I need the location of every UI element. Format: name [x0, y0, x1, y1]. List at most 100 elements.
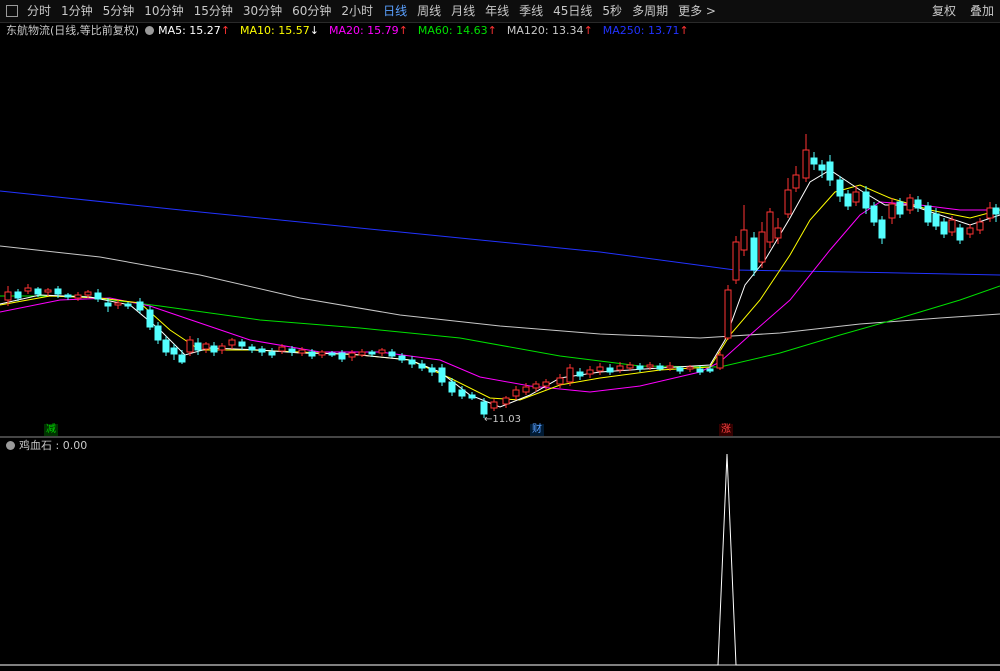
candle-up	[802, 134, 810, 182]
candle-down	[388, 349, 396, 358]
candle-up	[202, 342, 210, 353]
candle-up	[502, 396, 510, 408]
candle-up	[596, 363, 604, 375]
arrow-up-icon: ↑	[487, 24, 497, 37]
candle-down	[64, 293, 72, 300]
tab-period-5[interactable]: 30分钟	[243, 0, 282, 22]
candle-up	[766, 208, 774, 248]
candle-down	[146, 306, 154, 330]
candle-down	[844, 190, 852, 210]
tab-period-8[interactable]: 日线	[383, 0, 407, 22]
candle-down	[458, 386, 466, 399]
sub-settings-dot-icon[interactable]	[6, 441, 15, 450]
candle-down	[810, 152, 818, 170]
candle-up	[724, 285, 732, 340]
candle-up	[378, 348, 386, 356]
candle-down	[750, 232, 758, 276]
candle-down	[992, 204, 1000, 222]
ma-indicator-2: MA20: 15.79↑	[329, 24, 408, 37]
candle-up	[218, 343, 226, 354]
stock-title: 东航物流(日线,等比前复权)	[6, 24, 140, 37]
tab-period-9[interactable]: 周线	[417, 0, 441, 22]
ma-indicator-0: MA5: 15.27↑	[158, 24, 230, 37]
candle-up	[716, 350, 724, 370]
tab-period-3[interactable]: 10分钟	[144, 0, 183, 22]
tab-period-16[interactable]: 更多 >	[678, 0, 716, 22]
ma-value: MA5: 15.27	[158, 24, 221, 37]
candle-up	[966, 224, 974, 238]
candle-up	[784, 178, 792, 218]
tab-period-12[interactable]: 季线	[519, 0, 543, 22]
candle-down	[826, 155, 834, 186]
candle-up	[888, 198, 896, 224]
candle-down	[94, 289, 102, 302]
candle-up	[758, 222, 766, 268]
candle-down	[268, 348, 276, 358]
candle-down	[956, 224, 964, 244]
tab-period-13[interactable]: 45日线	[553, 0, 592, 22]
ma-indicator-3: MA60: 14.63↑	[418, 24, 497, 37]
candle-down	[448, 378, 456, 396]
period-tabs: 分时 1分钟 5分钟 10分钟 15分钟 30分钟 60分钟 2小时 日线 周线 月线 年线 季线 45日…	[27, 0, 726, 22]
settings-dot-icon[interactable]	[145, 26, 155, 35]
tab-period-6[interactable]: 60分钟	[292, 0, 331, 22]
tab-period-1[interactable]: 1分钟	[61, 0, 93, 22]
panel-toggle-icon[interactable]	[6, 5, 18, 17]
candle-down	[258, 346, 266, 356]
event-marker-reduce[interactable]: 减	[44, 424, 58, 436]
tab-period-7[interactable]: 2小时	[341, 0, 373, 22]
tab-period-4[interactable]: 15分钟	[194, 0, 233, 22]
candle-up	[512, 386, 520, 400]
fuquan-button[interactable]: 复权	[932, 0, 956, 22]
tab-period-15[interactable]: 多周期	[632, 0, 668, 22]
candle-down	[576, 368, 584, 380]
tab-period-0[interactable]: 分时	[27, 0, 51, 22]
candle-down	[468, 392, 476, 400]
candle-down	[428, 364, 436, 376]
event-marker-finance[interactable]: 财	[530, 424, 544, 436]
tab-period-11[interactable]: 年线	[485, 0, 509, 22]
candle-down	[940, 218, 948, 238]
ma-value: MA120: 13.34	[506, 24, 584, 37]
tab-period-2[interactable]: 5分钟	[103, 0, 135, 22]
ma20-line	[0, 201, 1000, 393]
jixueshi-indicator-line	[0, 453, 1000, 666]
tab-period-10[interactable]: 月线	[451, 0, 475, 22]
candle-down	[870, 202, 878, 226]
tab-period-14[interactable]: 5秒	[602, 0, 622, 22]
candlesticks	[4, 134, 1000, 418]
candle-down	[636, 363, 644, 372]
candle-up	[318, 350, 326, 358]
candle-up	[24, 284, 32, 294]
candle-up	[976, 218, 984, 234]
candle-down	[162, 336, 170, 356]
candle-up	[542, 379, 550, 390]
candle-up	[732, 236, 740, 284]
candle-up	[774, 218, 782, 244]
ma10-line	[0, 184, 1000, 401]
candle-down	[836, 176, 844, 202]
arrow-up-icon: ↑	[679, 24, 689, 37]
candle-down	[248, 344, 256, 353]
candle-down	[154, 322, 162, 344]
sub-indicator-label: 鸡血石 : 0.00	[19, 439, 88, 452]
toolbar-right: 复权 叠加	[924, 0, 1000, 22]
candle-up	[228, 338, 236, 349]
ma-value: MA250: 13.71	[602, 24, 680, 37]
overlay-button[interactable]: 叠加	[970, 0, 994, 22]
ma-indicator-5: MA250: 13.71↑	[603, 24, 689, 37]
ma-value: MA10: 15.57	[240, 24, 310, 37]
candle-down	[914, 196, 922, 212]
chart-canvas[interactable]	[0, 0, 1000, 671]
candle-down	[924, 202, 932, 226]
candle-down	[408, 356, 416, 368]
ma-value: MA60: 14.63	[417, 24, 488, 37]
ma-value: MA20: 15.79	[328, 24, 399, 37]
candle-down	[124, 302, 132, 309]
arrow-down-icon: ↓	[309, 24, 319, 37]
candle-down	[418, 360, 426, 371]
event-marker-rise[interactable]: 涨	[719, 424, 733, 436]
candle-up	[586, 366, 594, 378]
candle-down	[896, 198, 904, 218]
period-toolbar: 分时 1分钟 5分钟 10分钟 15分钟 30分钟 60分钟 2小时 日线 周线 月线 年线 季线 45日…	[0, 0, 1000, 23]
